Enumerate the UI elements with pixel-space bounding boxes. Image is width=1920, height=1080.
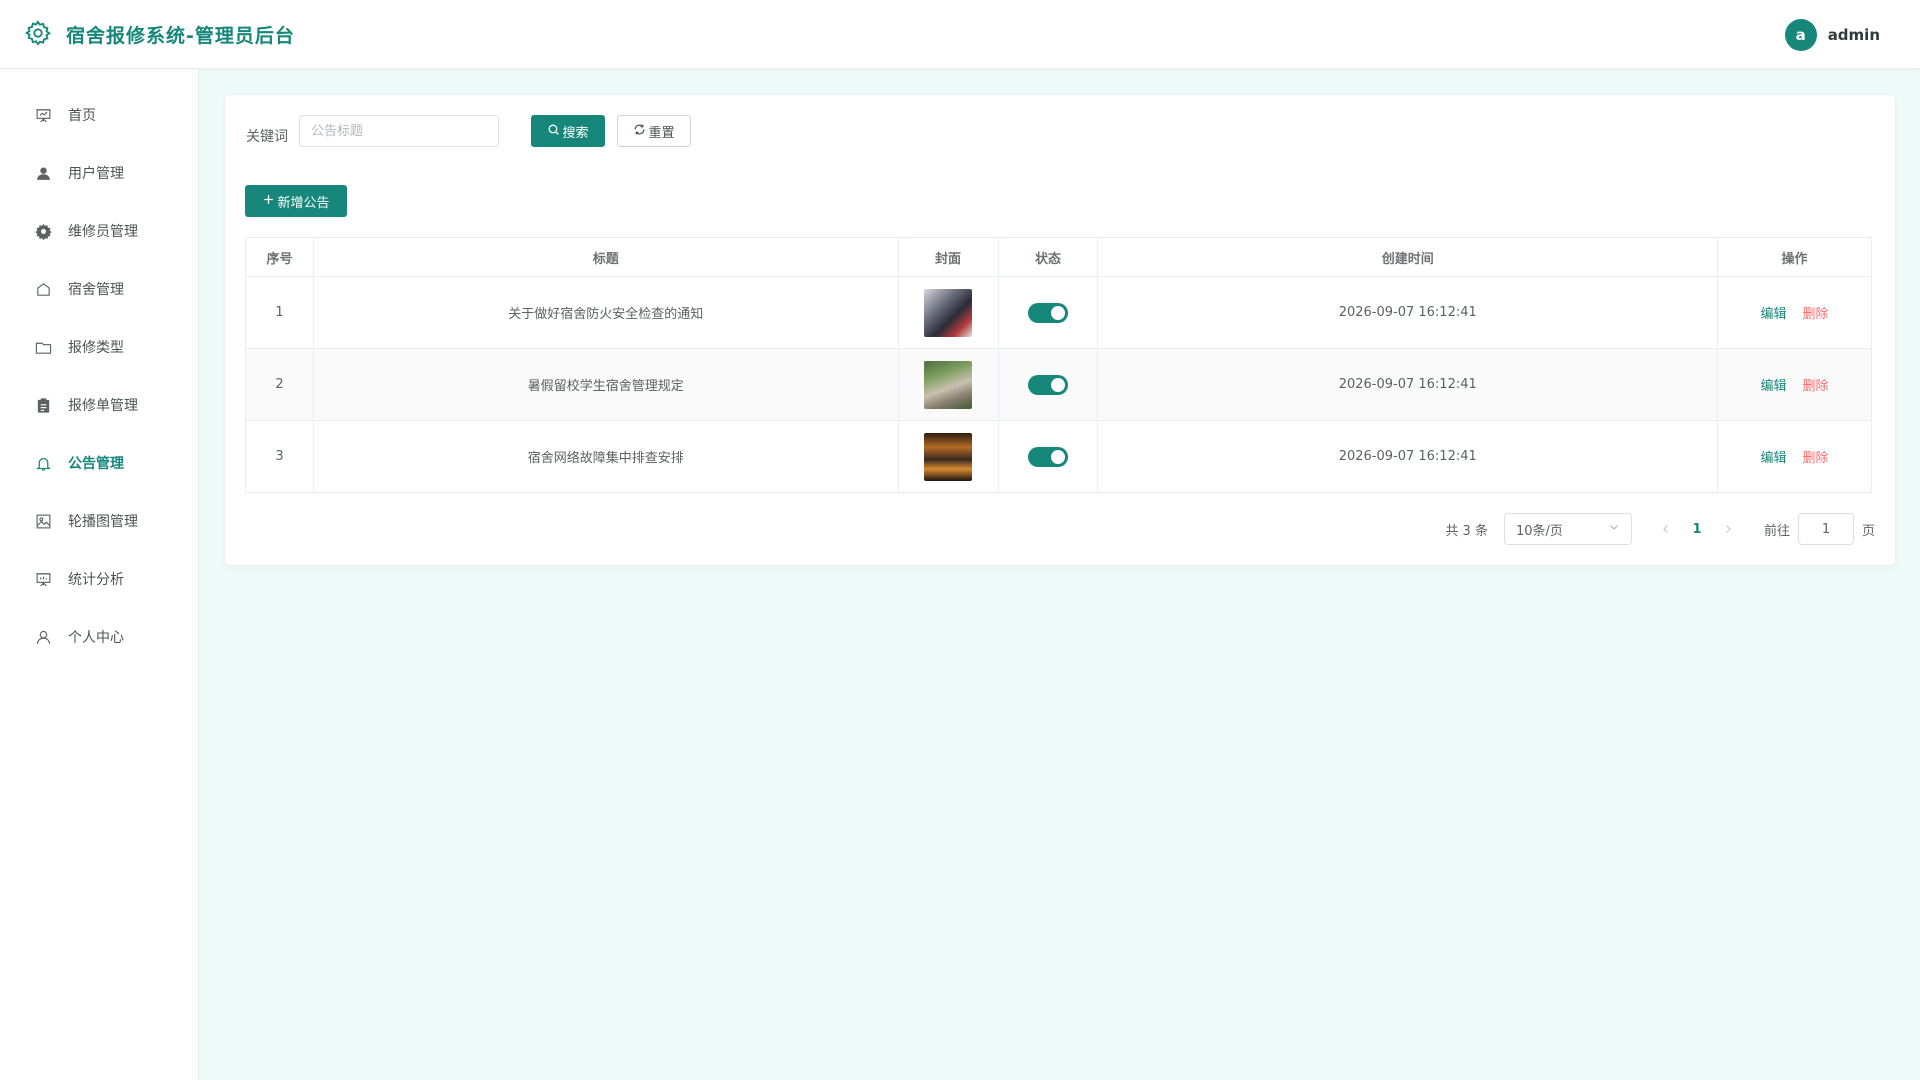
chevron-right-icon xyxy=(1726,525,1731,533)
refresh-icon xyxy=(633,123,648,140)
clipboard-icon xyxy=(34,396,52,414)
sidebar-item-carousel[interactable]: 轮播图管理 xyxy=(0,492,199,550)
sidebar-item-label: 宿舍管理 xyxy=(68,282,124,298)
folder-icon xyxy=(34,338,52,356)
status-toggle[interactable] xyxy=(1027,374,1068,395)
status-toggle[interactable] xyxy=(1027,446,1068,467)
delete-button[interactable]: 删除 xyxy=(1803,451,1829,466)
user-filled-icon xyxy=(34,164,52,182)
row-created-time: 2026-09-07 16:12:41 xyxy=(1097,276,1719,349)
sidebar-item-label: 轮播图管理 xyxy=(68,514,138,530)
column-header: 操作 xyxy=(1717,237,1872,277)
sidebar-item-repairmen[interactable]: 维修员管理 xyxy=(0,202,199,260)
brand: 宿舍报修系统-管理员后台 xyxy=(24,0,295,69)
delete-button[interactable]: 删除 xyxy=(1803,379,1829,394)
bell-icon xyxy=(34,454,52,472)
search-icon xyxy=(547,123,562,140)
keyword-label: 关键词 xyxy=(246,129,288,145)
table-row: 3 宿舍网络故障集中排查安排 2026-09-07 16:12:41 编辑 删除 xyxy=(245,420,1872,493)
reset-button-label: 重置 xyxy=(648,125,675,141)
house-icon xyxy=(34,280,52,298)
user-outline-icon xyxy=(34,628,52,646)
sidebar-item-users[interactable]: 用户管理 xyxy=(0,144,199,202)
row-title: 暑假留校学生宿舍管理规定 xyxy=(312,348,899,421)
cover-thumbnail[interactable] xyxy=(924,288,973,337)
row-index: 3 xyxy=(245,420,314,493)
page-size-select[interactable]: 10条/页 xyxy=(1503,513,1632,545)
chevron-left-icon xyxy=(1663,525,1668,533)
edit-button[interactable]: 编辑 xyxy=(1761,451,1787,466)
search-button[interactable]: 搜索 xyxy=(531,115,605,147)
sidebar-item-profile[interactable]: 个人中心 xyxy=(0,608,199,666)
gear-icon xyxy=(34,222,52,240)
sidebar-item-home[interactable]: 首页 xyxy=(0,86,199,144)
table-row: 1 关于做好宿舍防火安全检查的通知 2026-09-07 16:12:41 编辑… xyxy=(245,276,1872,349)
sidebar-item-label: 维修员管理 xyxy=(68,224,138,240)
presentation-icon xyxy=(34,106,52,124)
sidebar-item-label: 统计分析 xyxy=(68,572,124,588)
row-index: 2 xyxy=(245,348,314,421)
sidebar-item-announcements[interactable]: 公告管理 xyxy=(0,434,199,492)
column-header: 状态 xyxy=(997,237,1099,277)
next-page-button[interactable] xyxy=(1716,513,1740,545)
add-announcement-button[interactable]: 新增公告 xyxy=(245,185,347,217)
sidebar-item-label: 用户管理 xyxy=(68,166,124,182)
data-board-icon xyxy=(34,570,52,588)
edit-button[interactable]: 编辑 xyxy=(1761,379,1787,394)
sidebar: 首页 用户管理 维修员管理 宿舍管理 报修类型 报修单管理 公告管理 轮播图管理… xyxy=(0,69,199,1080)
row-created-time: 2026-09-07 16:12:41 xyxy=(1097,348,1719,421)
page-jump-input[interactable] xyxy=(1797,513,1854,545)
column-header: 封面 xyxy=(897,237,999,277)
sidebar-item-dorms[interactable]: 宿舍管理 xyxy=(0,260,199,318)
pagination: 共 3 条 10条/页 1 前往 页 xyxy=(1445,513,1875,545)
gear-icon xyxy=(24,19,52,51)
sidebar-item-label: 报修单管理 xyxy=(68,398,138,414)
edit-button[interactable]: 编辑 xyxy=(1761,307,1787,322)
page-size-value: 10条/页 xyxy=(1515,523,1563,539)
top-header: 宿舍报修系统-管理员后台 a admin xyxy=(0,0,1920,69)
column-header: 创建时间 xyxy=(1097,237,1719,277)
username[interactable]: admin xyxy=(1828,26,1880,44)
page-number[interactable]: 1 xyxy=(1682,522,1712,537)
picture-icon xyxy=(34,512,52,530)
avatar[interactable]: a xyxy=(1784,18,1817,51)
reset-button[interactable]: 重置 xyxy=(617,115,691,147)
cover-thumbnail[interactable] xyxy=(924,360,973,409)
delete-button[interactable]: 删除 xyxy=(1803,307,1829,322)
sidebar-item-label: 报修类型 xyxy=(68,340,124,356)
search-input[interactable] xyxy=(299,115,499,147)
column-header: 序号 xyxy=(245,237,314,277)
total-count: 共 3 条 xyxy=(1445,523,1488,539)
sidebar-item-repair-types[interactable]: 报修类型 xyxy=(0,318,199,376)
search-button-label: 搜索 xyxy=(562,125,589,141)
prev-page-button[interactable] xyxy=(1654,513,1678,545)
column-header: 标题 xyxy=(312,237,899,277)
sidebar-item-repair-orders[interactable]: 报修单管理 xyxy=(0,376,199,434)
app-title: 宿舍报修系统-管理员后台 xyxy=(66,25,295,47)
plus-icon xyxy=(262,193,277,210)
row-created-time: 2026-09-07 16:12:41 xyxy=(1097,420,1719,493)
table-row: 2 暑假留校学生宿舍管理规定 2026-09-07 16:12:41 编辑 删除 xyxy=(245,348,1872,421)
row-title: 关于做好宿舍防火安全检查的通知 xyxy=(312,276,899,349)
sidebar-item-label: 个人中心 xyxy=(68,630,124,646)
row-title: 宿舍网络故障集中排查安排 xyxy=(312,420,899,493)
user-menu[interactable]: a admin xyxy=(1784,0,1880,69)
announcement-panel: 关键词 搜索 重置 新增公告 序号 标题 封面 状态 创建时间 操 xyxy=(225,95,1895,565)
sidebar-item-statistics[interactable]: 统计分析 xyxy=(0,550,199,608)
status-toggle[interactable] xyxy=(1027,302,1068,323)
page-suffix: 页 xyxy=(1861,523,1875,539)
row-index: 1 xyxy=(245,276,314,349)
goto-label: 前往 xyxy=(1763,523,1790,539)
add-button-label: 新增公告 xyxy=(277,195,330,211)
sidebar-item-label: 公告管理 xyxy=(68,456,124,472)
cover-thumbnail[interactable] xyxy=(924,432,973,481)
chevron-down-icon xyxy=(1608,521,1620,537)
table-header-row: 序号 标题 封面 状态 创建时间 操作 xyxy=(245,237,1872,277)
announcement-table: 序号 标题 封面 状态 创建时间 操作 1 关于做好宿舍防火安全检查的通知 20… xyxy=(245,237,1872,493)
sidebar-item-label: 首页 xyxy=(68,108,96,124)
